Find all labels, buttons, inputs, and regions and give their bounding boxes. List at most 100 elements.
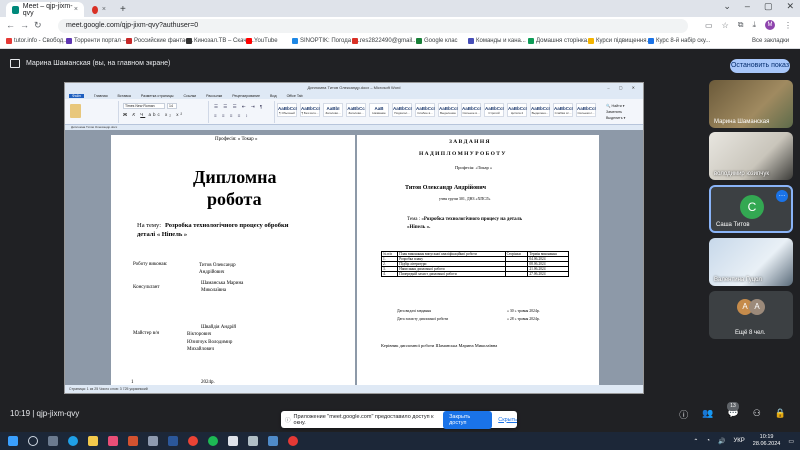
notifications-icon[interactable]: ▭ xyxy=(788,438,794,445)
back-icon[interactable]: ← xyxy=(6,20,15,30)
app-icon[interactable] xyxy=(148,436,158,446)
extensions-icon[interactable]: ⧉ xyxy=(738,20,744,30)
word-doc-tab[interactable]: Дипломна Титов Олександр.docx xyxy=(71,125,117,129)
menu-icon[interactable]: ⋮ xyxy=(784,21,792,30)
address-bar[interactable]: meet.google.com/qjp-jixm-qvy?authuser=0 xyxy=(58,19,688,33)
bookmark-item[interactable]: Курс 8-й набір ску... xyxy=(648,38,710,44)
close-access-button[interactable]: Закрыть доступ xyxy=(443,410,493,429)
bookmark-item[interactable]: Торренти портал –... xyxy=(66,38,131,44)
participant-tile[interactable]: Валентина Гуцол xyxy=(709,238,793,286)
align-buttons[interactable]: ≡ ≡ ≡ ≡ ↕ xyxy=(214,113,250,118)
bookmark-item[interactable]: Google клас xyxy=(416,38,458,44)
bookmark-item[interactable]: Курси підвищення... xyxy=(588,38,652,44)
all-bookmarks[interactable]: Все закладки xyxy=(752,38,789,44)
ribbon-tab[interactable]: Рассылки xyxy=(206,94,222,98)
camera-icon[interactable]: ▭ xyxy=(705,21,713,30)
network-icon[interactable]: ◔ xyxy=(706,438,710,444)
participant-tile-more[interactable]: A A Ещё 8 чел. xyxy=(709,291,793,339)
close-tab-icon[interactable]: × xyxy=(102,6,106,13)
style-preset[interactable]: AaBbCc Заголово... xyxy=(346,103,366,117)
profile-avatar[interactable]: M xyxy=(765,20,775,30)
start-icon[interactable] xyxy=(8,436,18,446)
diploma-title: Дипломна xyxy=(193,167,277,187)
style-preset[interactable]: AaBbCcI Подзагол... xyxy=(392,103,412,117)
download-icon[interactable]: ⤓ xyxy=(752,20,756,30)
style-preset[interactable]: AaBbI Заголово... xyxy=(323,103,343,117)
search-icon[interactable] xyxy=(28,436,38,446)
style-preset[interactable]: AaBbCcI Цитата 2 xyxy=(507,103,527,117)
bookmark-item[interactable]: tutor.info - Свобод... xyxy=(6,38,68,44)
bookmark-favicon-icon xyxy=(416,38,422,44)
style-preset[interactable]: AaBbCcI Строгий xyxy=(484,103,504,117)
stop-presenting-button[interactable]: Остановить показ xyxy=(730,59,790,73)
list-buttons[interactable]: ☰ ☰ ☰ ⇤ ⇥ ¶ xyxy=(214,104,264,110)
store-icon[interactable] xyxy=(108,436,118,446)
ribbon-tab[interactable]: Вид xyxy=(270,94,277,98)
ribbon-tab[interactable]: Вставка xyxy=(118,94,131,98)
more-options-icon[interactable]: … xyxy=(776,190,788,202)
style-preset[interactable]: AaBbCcI Сильная с... xyxy=(576,103,596,117)
font-size-field[interactable]: 14 xyxy=(167,103,177,109)
app-icon[interactable] xyxy=(248,436,258,446)
style-preset[interactable]: AaBbCcI Выделение xyxy=(438,103,458,117)
close-icon[interactable]: ✕ xyxy=(786,1,794,12)
reload-icon[interactable]: ↻ xyxy=(34,20,42,31)
tab-meet[interactable]: Meet – qjp-jixm-qvy × xyxy=(6,2,84,17)
volume-icon[interactable]: 🔊 xyxy=(718,438,725,445)
info-icon[interactable]: ⓘ xyxy=(679,408,688,421)
chrome-icon[interactable] xyxy=(188,436,198,446)
style-name: Цитата 2 xyxy=(510,111,524,115)
hide-notification-link[interactable]: Скрыть xyxy=(498,417,517,423)
editing-buttons[interactable]: 🔍 Найти ▾ Заменить Выделить ▾ xyxy=(606,103,625,121)
style-preset[interactable]: AaBbCcI Слабая сс... xyxy=(553,103,573,117)
bookmark-item[interactable]: res2822490@gmail... xyxy=(352,38,417,44)
chevron-up-icon[interactable]: ⌃ xyxy=(693,438,698,445)
language-indicator[interactable]: УКР xyxy=(733,438,744,444)
chevron-down-icon[interactable]: ⌄ xyxy=(723,1,731,12)
style-preset[interactable]: AaBbCcI ¶ Без инте... xyxy=(300,103,320,117)
calculator-icon[interactable] xyxy=(228,436,238,446)
powerpoint-icon[interactable] xyxy=(128,436,138,446)
edge-icon[interactable] xyxy=(68,436,78,446)
app-icon[interactable] xyxy=(208,436,218,446)
new-tab-button[interactable]: + xyxy=(114,2,132,17)
task-view-icon[interactable] xyxy=(48,436,58,446)
people-icon[interactable]: 👥 xyxy=(702,408,713,421)
app-icon[interactable] xyxy=(268,436,278,446)
style-preset[interactable]: AaB Название xyxy=(369,103,389,117)
forward-icon[interactable]: → xyxy=(20,20,29,30)
participant-tile[interactable]: Марина Шаманская xyxy=(709,80,793,128)
ribbon-tab[interactable]: Office Tab xyxy=(287,94,303,98)
participant-tile[interactable]: володимир юзипчук xyxy=(709,132,793,180)
ribbon-tab[interactable]: Разметка страницы xyxy=(141,94,174,98)
star-icon[interactable]: ☆ xyxy=(722,21,729,30)
ribbon-tab[interactable]: Ссылки xyxy=(184,94,197,98)
word-icon[interactable] xyxy=(168,436,178,446)
bookmark-item[interactable]: SINOPTIK: Погода в... xyxy=(292,38,361,44)
format-buttons[interactable]: Ж К Ч abc x₂ x² xyxy=(123,112,184,117)
lock-icon[interactable]: 🔒 xyxy=(775,408,786,421)
ribbon-tab[interactable]: Файл xyxy=(69,93,84,98)
style-preset[interactable]: AaBbCcI Слабое в... xyxy=(415,103,435,117)
bookmark-item[interactable]: Российские фантас... xyxy=(126,38,193,44)
style-preset[interactable]: AaBbCcI Сильное в... xyxy=(461,103,481,117)
style-preset[interactable]: AaBbCcI Выделенн... xyxy=(530,103,550,117)
ribbon-tab[interactable]: Рецензирование xyxy=(232,94,260,98)
bookmark-item[interactable]: Команды и кана... xyxy=(468,38,526,44)
bookmark-item[interactable]: Домашня сторінка... xyxy=(528,38,592,44)
tab-second[interactable]: × xyxy=(86,2,112,17)
ribbon-tab[interactable]: Главная xyxy=(94,94,108,98)
bookmark-item[interactable]: Кинозал.ТВ – Скача... xyxy=(186,38,255,44)
chrome-icon[interactable] xyxy=(288,436,298,446)
maximize-icon[interactable]: ▢ xyxy=(764,1,773,12)
font-name-field[interactable]: Times New Roman xyxy=(123,103,165,109)
clock[interactable]: 10:19 28.06.2024 xyxy=(753,434,781,448)
bookmark-item[interactable]: YouTube xyxy=(246,38,278,44)
close-tab-icon[interactable]: × xyxy=(74,6,78,13)
minimize-icon[interactable]: – xyxy=(745,1,750,12)
explorer-icon[interactable] xyxy=(88,436,98,446)
paste-icon[interactable] xyxy=(70,104,81,118)
style-preset[interactable]: AaBbCcI ¶ Обычный xyxy=(277,103,297,117)
participant-tile-active[interactable]: С … Саша Титов xyxy=(709,185,793,233)
activities-icon[interactable]: ⚇ xyxy=(753,408,761,421)
